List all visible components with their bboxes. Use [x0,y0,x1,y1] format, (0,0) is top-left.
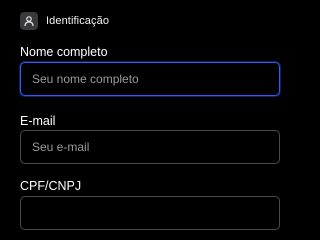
identification-form: Identificação Nome completo E-mail CPF/C… [0,0,300,230]
email-input[interactable] [20,130,280,164]
full-name-input[interactable] [20,62,280,96]
cpf-cnpj-label: CPF/CNPJ [20,179,82,193]
full-name-label: Nome completo [20,45,108,59]
email-label: E-mail [20,114,56,128]
user-icon [20,12,38,30]
section-header: Identificação [20,11,109,31]
section-title: Identificação [46,15,110,27]
cpf-cnpj-input[interactable] [20,196,280,230]
